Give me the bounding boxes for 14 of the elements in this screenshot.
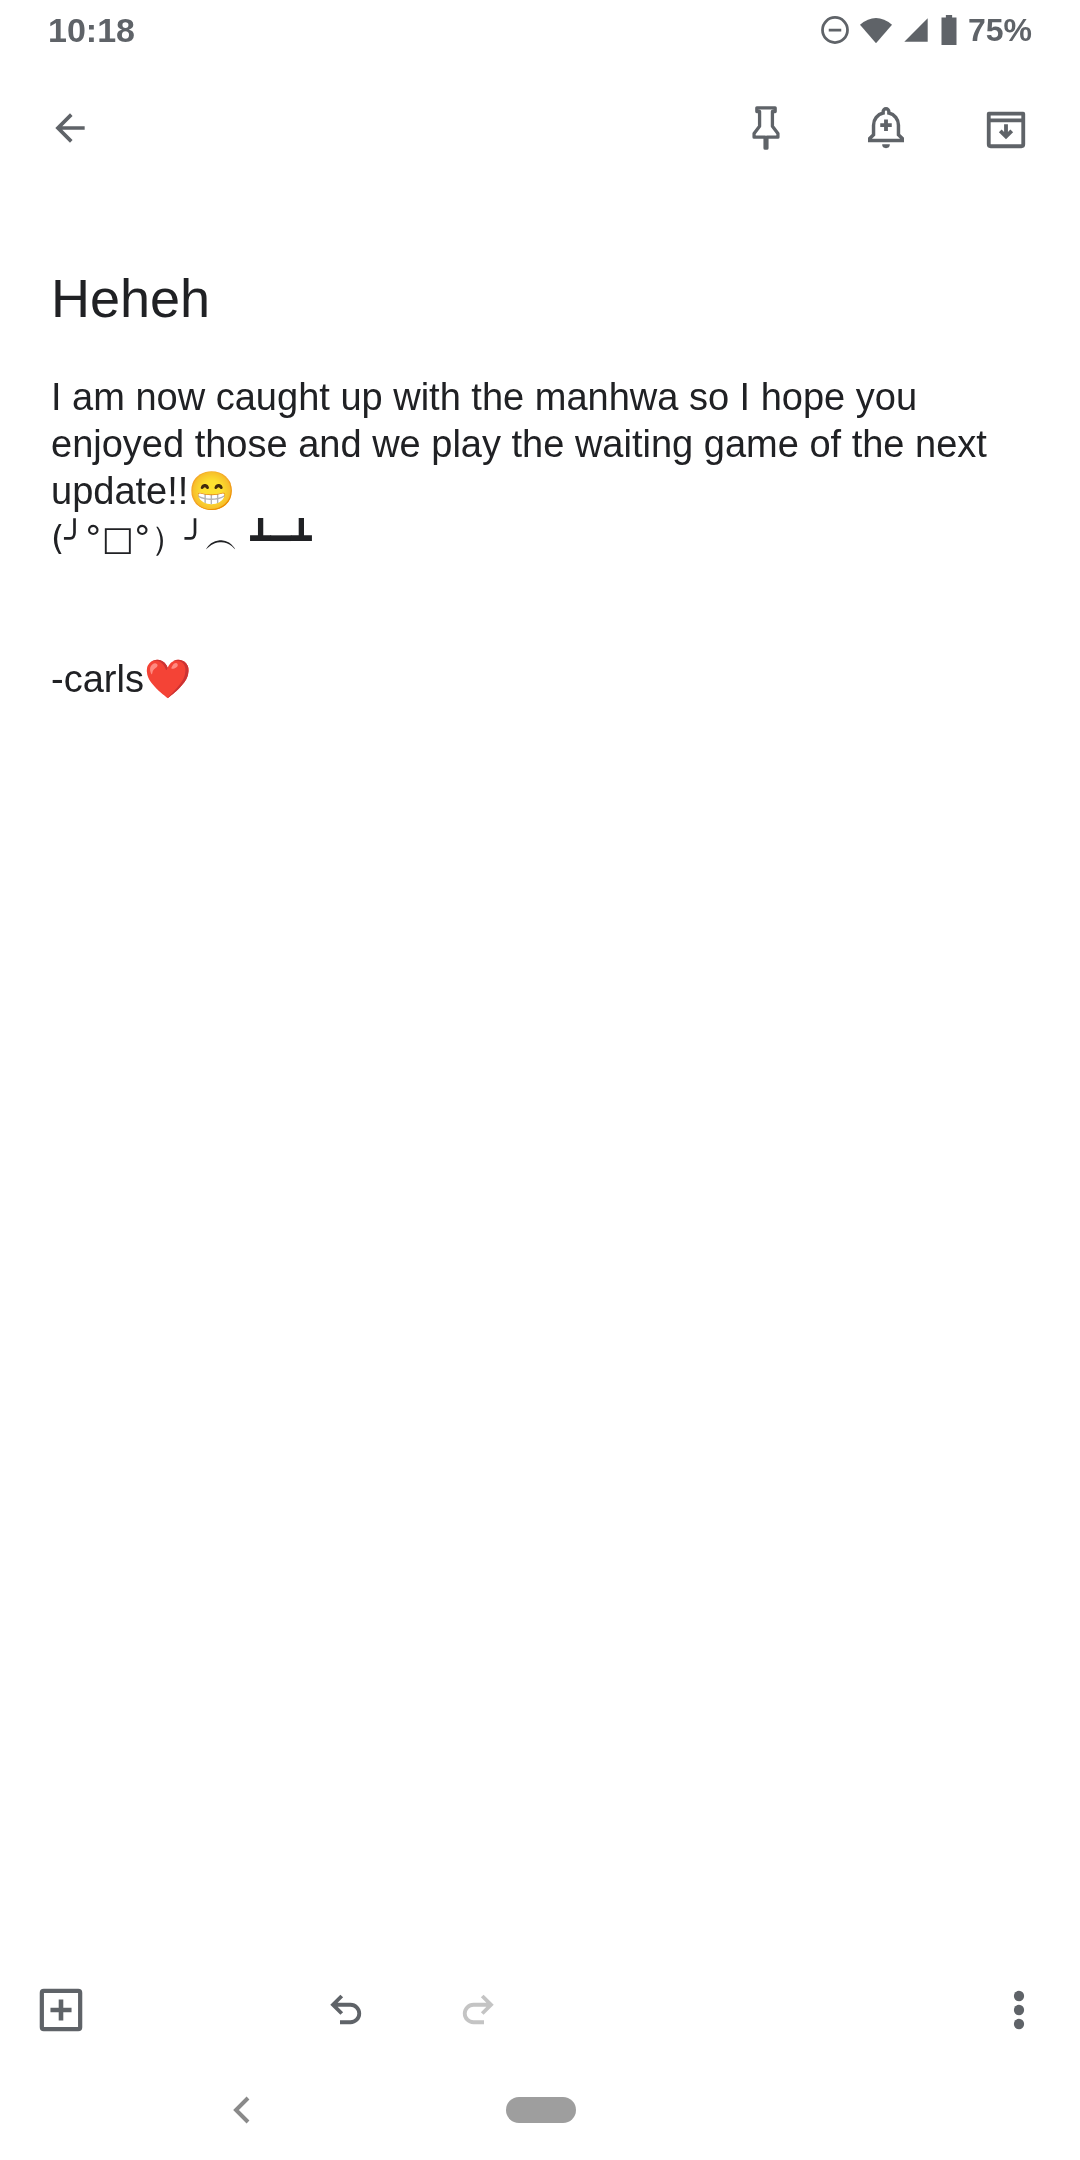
wifi-icon — [859, 16, 892, 44]
battery-icon — [939, 15, 958, 45]
note-title[interactable]: Heheh — [51, 266, 1029, 330]
home-handle[interactable] — [506, 2097, 576, 2123]
status-time: 10:18 — [48, 9, 135, 51]
signal-icon — [901, 16, 930, 44]
chevron-left-icon — [232, 2094, 252, 2126]
note-signature[interactable]: -carls❤ — [51, 656, 1011, 703]
add-box-icon — [38, 1987, 84, 2033]
note-text[interactable]: (╯°□°）╯︵ ┻━┻ — [51, 515, 1011, 562]
more-vertical-icon — [1012, 1989, 1026, 2031]
battery-percentage: 75% — [967, 11, 1032, 50]
note-text[interactable]: I am now caught up with the manhwa so I hope you enjoyed those and we play the waiting game of the next update!!😁 — [51, 374, 1011, 515]
do-not-disturb-icon — [819, 15, 850, 45]
